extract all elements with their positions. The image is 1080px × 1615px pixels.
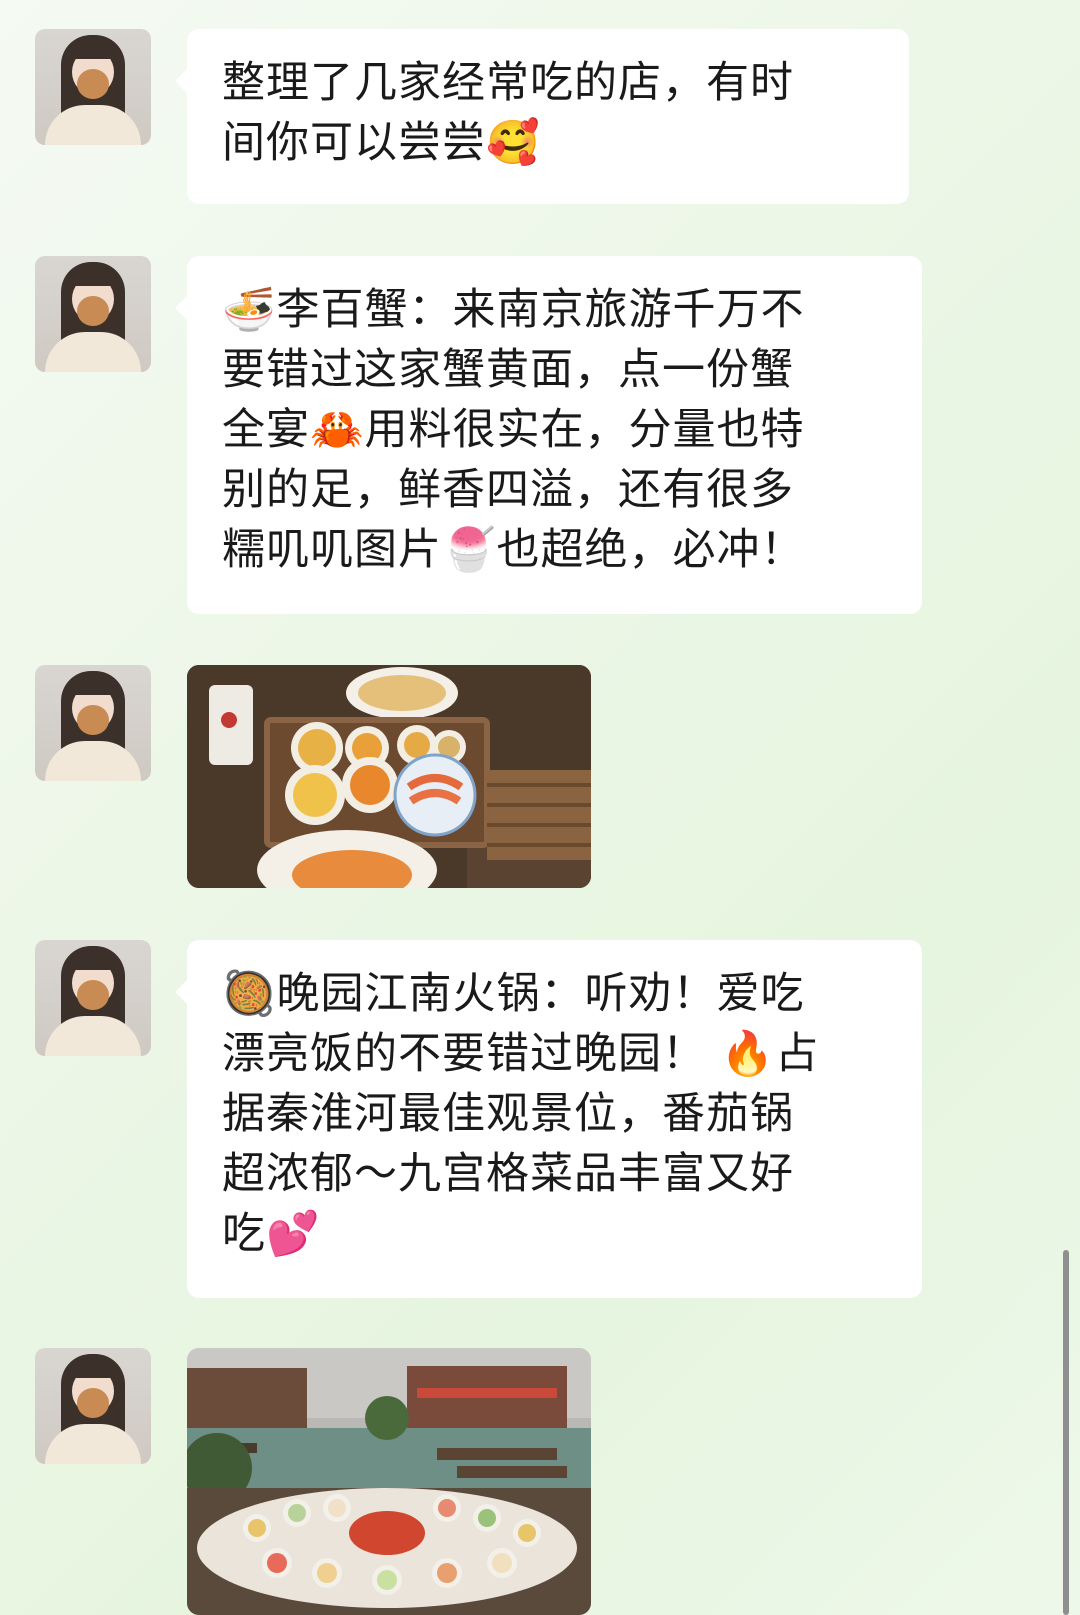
sender-avatar[interactable] (35, 29, 151, 145)
message-bubble[interactable]: 整理了几家经常吃的店，有时 间你可以尝尝🥰 (175, 29, 909, 204)
riverside-hotpot-photo[interactable] (187, 1348, 591, 1615)
hotpot-image (187, 1348, 591, 1615)
crab-meal-photo[interactable] (187, 665, 591, 888)
crab-meal-image (187, 665, 591, 888)
message-bubble[interactable]: 🍜李百蟹：来南京旅游千万不 要错过这家蟹黄面，点一份蟹 全宴🦀用料很实在，分量也… (175, 256, 922, 614)
sender-avatar[interactable] (35, 256, 151, 372)
scrollbar[interactable] (1063, 1250, 1069, 1615)
sender-avatar[interactable] (35, 940, 151, 1056)
sender-avatar[interactable] (35, 665, 151, 781)
message-bubble[interactable]: 🥘晚园江南火锅：听劝！爱吃 漂亮饭的不要错过晚园！ 🔥占 据秦淮河最佳观景位，番… (175, 940, 922, 1298)
sender-avatar[interactable] (35, 1348, 151, 1464)
